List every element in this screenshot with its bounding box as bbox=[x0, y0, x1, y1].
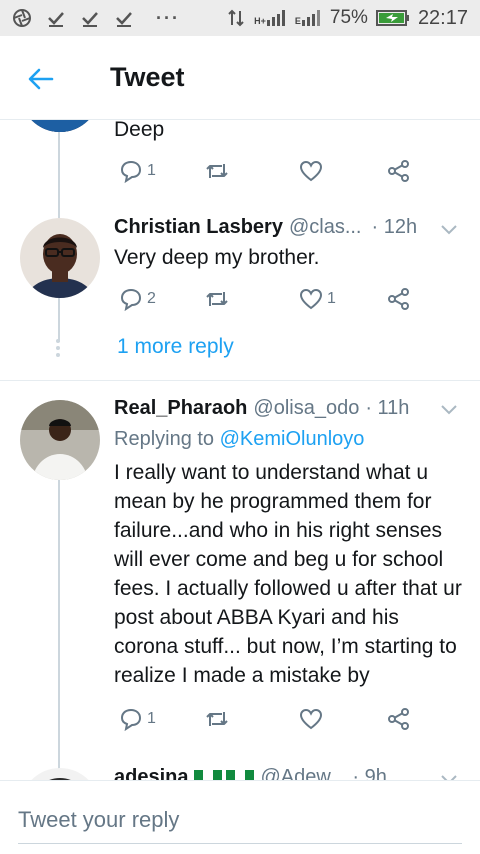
page-title: Tweet bbox=[110, 62, 185, 92]
reply-bar bbox=[0, 780, 480, 854]
like-button[interactable] bbox=[298, 158, 327, 184]
avatar[interactable] bbox=[20, 218, 100, 298]
divider bbox=[0, 380, 480, 381]
share-button[interactable] bbox=[386, 286, 412, 312]
tweet-header: Christian Lasbery @clas... · 12h bbox=[114, 216, 466, 239]
tweet-text: Very deep my brother. bbox=[114, 246, 320, 269]
share-icon bbox=[388, 708, 409, 730]
reply-icon bbox=[120, 708, 142, 732]
tweet-actions: 2 1 bbox=[114, 286, 414, 314]
thread-dots bbox=[56, 336, 62, 360]
avatar[interactable] bbox=[20, 768, 100, 780]
more-notifications-icon: ··· bbox=[156, 7, 180, 28]
retweet-button[interactable] bbox=[204, 706, 230, 732]
display-name[interactable]: adesina bbox=[114, 766, 188, 780]
check-download-icon bbox=[48, 12, 64, 27]
heart-icon bbox=[299, 288, 323, 310]
heart-icon bbox=[299, 708, 323, 730]
user-handle[interactable]: @Adew... bbox=[260, 766, 346, 780]
tweet-actions: 1 bbox=[114, 158, 414, 186]
retweet-icon bbox=[206, 292, 228, 306]
chevron-down-icon[interactable] bbox=[440, 224, 458, 236]
retweet-button[interactable] bbox=[204, 286, 230, 312]
status-bar: ··· H+ E 75% 22:17 bbox=[0, 0, 480, 36]
share-icon bbox=[388, 160, 409, 182]
avatar[interactable] bbox=[20, 400, 100, 480]
chevron-down-icon[interactable] bbox=[440, 404, 458, 416]
reply-count: 1 bbox=[147, 710, 156, 727]
thread-line bbox=[58, 132, 60, 218]
share-button[interactable] bbox=[386, 158, 412, 184]
tweet-header: adesina @Adew... · 9h bbox=[114, 766, 466, 780]
tweet-reply-input[interactable] bbox=[18, 803, 458, 837]
tweet-time: · 12h bbox=[371, 216, 418, 238]
battery-percent: 75% bbox=[329, 7, 368, 28]
like-button[interactable]: 1 bbox=[298, 286, 336, 312]
replying-to-label: Replying to bbox=[114, 428, 215, 450]
like-count: 1 bbox=[327, 290, 336, 307]
heart-icon bbox=[299, 160, 323, 182]
check-download-icon bbox=[116, 12, 132, 27]
reply-button[interactable]: 2 bbox=[118, 286, 156, 312]
replying-to: Replying to @KemiOlunloyo bbox=[114, 428, 364, 451]
aperture-icon bbox=[13, 9, 31, 27]
tweet-header: Real_Pharaoh @olisa_odo · 11h bbox=[114, 397, 466, 420]
retweet-icon bbox=[206, 164, 228, 178]
battery-icon bbox=[375, 10, 409, 26]
user-handle[interactable]: @olisa_odo bbox=[253, 397, 359, 420]
tweet-time: · 11h bbox=[365, 397, 410, 419]
reply-button[interactable]: 1 bbox=[118, 706, 156, 732]
share-icon bbox=[388, 288, 409, 310]
signal-b-icon: E bbox=[295, 10, 322, 26]
reply-button[interactable]: 1 bbox=[118, 158, 156, 184]
reply-count: 1 bbox=[147, 162, 156, 179]
reply-count: 2 bbox=[147, 290, 156, 307]
tweet-text: I really want to understand what u mean … bbox=[114, 461, 462, 687]
retweet-button[interactable] bbox=[204, 158, 230, 184]
display-name[interactable]: Christian Lasbery bbox=[114, 216, 283, 239]
tweet-actions: 1 bbox=[114, 706, 414, 734]
flag-emoji-icon bbox=[194, 769, 255, 780]
back-arrow-icon[interactable] bbox=[26, 64, 56, 94]
tweet-text: Deep bbox=[114, 120, 165, 141]
tweet-time: · 9h bbox=[352, 766, 387, 780]
signal-a-icon: H+ bbox=[254, 10, 287, 26]
user-handle[interactable]: @clas... bbox=[289, 216, 362, 239]
display-name[interactable]: Real_Pharaoh bbox=[114, 397, 247, 420]
thread-line bbox=[58, 480, 60, 780]
app-header: Tweet bbox=[0, 36, 480, 120]
clock: 22:17 bbox=[417, 6, 468, 29]
reply-icon bbox=[120, 160, 142, 184]
reply-icon bbox=[120, 288, 142, 312]
input-underline bbox=[18, 843, 462, 844]
share-button[interactable] bbox=[386, 706, 412, 732]
conversation-thread[interactable]: Deep 1 Christian Lasbery @clas... · 12h … bbox=[0, 120, 480, 780]
retweet-icon bbox=[206, 712, 228, 726]
check-download-icon bbox=[82, 12, 98, 27]
like-button[interactable] bbox=[298, 706, 327, 732]
more-reply-link[interactable]: 1 more reply bbox=[117, 335, 234, 359]
data-transfer-icon bbox=[228, 9, 244, 27]
avatar[interactable] bbox=[20, 120, 100, 132]
mention-link[interactable]: @KemiOlunloyo bbox=[220, 428, 365, 450]
